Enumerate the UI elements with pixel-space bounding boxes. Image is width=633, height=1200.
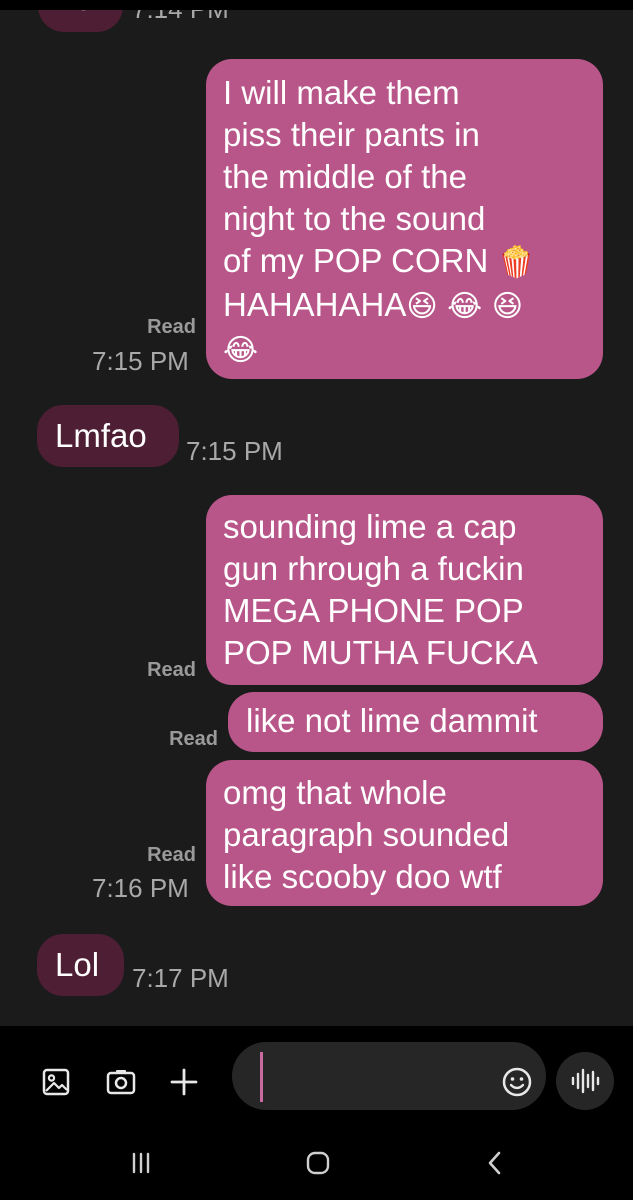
laughing-emoji-icon: 😆 😂 😆 bbox=[406, 289, 524, 324]
camera-button[interactable] bbox=[102, 1064, 140, 1100]
message-bubble-outgoing[interactable]: like not lime dammit bbox=[228, 692, 603, 752]
back-button[interactable] bbox=[478, 1147, 512, 1179]
message-text: Lmfao bbox=[55, 417, 147, 454]
read-receipt: Read bbox=[147, 844, 196, 866]
message-line: gun rhrough a fuckin bbox=[223, 550, 524, 587]
recents-icon bbox=[132, 1152, 150, 1174]
message-bubble-incoming[interactable]: Lmfao bbox=[37, 405, 179, 467]
message-line: omg that whole bbox=[223, 774, 447, 811]
message-line: the middle of the bbox=[223, 158, 467, 195]
message-time: 7:16 PM bbox=[92, 873, 189, 903]
message-line: sounding lime a cap bbox=[223, 508, 517, 545]
message-line: POP MUTHA FUCKA bbox=[223, 634, 538, 671]
read-receipt: Read bbox=[169, 728, 218, 750]
tears-of-joy-emoji-icon: 😂 bbox=[223, 333, 259, 368]
message-line: of my POP CORN 🍿 bbox=[223, 240, 603, 284]
message-line: paragraph sounded bbox=[223, 816, 510, 853]
text-cursor bbox=[260, 1052, 263, 1102]
camera-icon bbox=[106, 1070, 136, 1095]
message-bubble-outgoing[interactable]: omg that whole paragraph sounded like sc… bbox=[206, 760, 603, 906]
home-button[interactable] bbox=[301, 1147, 335, 1179]
gallery-button[interactable] bbox=[38, 1064, 74, 1100]
message-bubble-outgoing[interactable]: I will make them piss their pants in the… bbox=[206, 59, 603, 379]
message-time: 7:17 PM bbox=[132, 963, 229, 993]
emoji-icon bbox=[502, 1067, 532, 1097]
message-text: Lol bbox=[55, 946, 100, 983]
plus-icon bbox=[170, 1068, 198, 1096]
conversation-view[interactable]: Lol 7:14 PM I will make them piss their … bbox=[0, 0, 633, 1026]
message-line: I will make them bbox=[223, 74, 460, 111]
home-icon bbox=[306, 1151, 330, 1175]
message-time: 7:15 PM bbox=[92, 346, 189, 376]
message-text: like not lime dammit bbox=[246, 702, 538, 739]
gallery-icon bbox=[42, 1068, 70, 1096]
recents-button[interactable] bbox=[124, 1148, 158, 1178]
message-bubble-outgoing[interactable]: sounding lime a cap gun rhrough a fuckin… bbox=[206, 495, 603, 685]
read-receipt: Read bbox=[147, 659, 196, 681]
message-line: MEGA PHONE POP bbox=[223, 592, 524, 629]
message-line: 😂 bbox=[223, 328, 603, 372]
plus-button[interactable] bbox=[166, 1064, 202, 1100]
status-bar bbox=[0, 0, 633, 10]
voice-record-button[interactable] bbox=[556, 1052, 614, 1110]
back-icon bbox=[488, 1151, 501, 1175]
message-bubble-incoming[interactable]: Lol bbox=[37, 934, 124, 996]
message-line: night to the sound bbox=[223, 200, 486, 237]
voice-icon bbox=[571, 1068, 600, 1094]
read-receipt: Read bbox=[147, 316, 196, 338]
message-line: HAHAHAHA😆 😂 😆 bbox=[223, 284, 603, 328]
message-line: piss their pants in bbox=[223, 116, 480, 153]
emoji-button[interactable] bbox=[498, 1063, 536, 1101]
message-time: 7:15 PM bbox=[186, 436, 283, 466]
message-line-text: HAHAHAHA bbox=[223, 286, 407, 323]
popcorn-emoji-icon: 🍿 bbox=[497, 245, 535, 280]
message-line-text: of my POP CORN bbox=[223, 242, 489, 279]
message-line: like scooby doo wtf bbox=[223, 858, 502, 895]
